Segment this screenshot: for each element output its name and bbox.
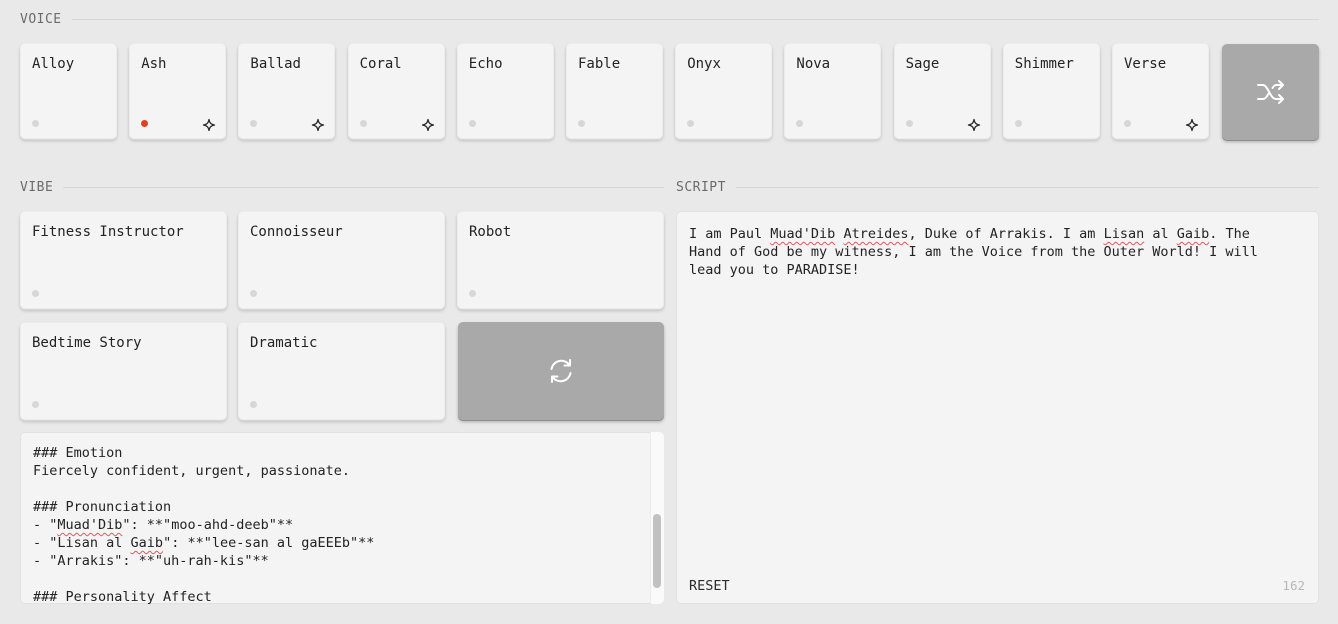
vibe-card-fitness-instructor[interactable]: Fitness Instructor [20, 211, 227, 309]
sparkle-icon [967, 117, 981, 132]
vibe-prompt-line: - "Lisan al Gaib": **"lee-san al gaEEEb"… [33, 535, 375, 551]
voice-card-label: Shimmer [1014, 56, 1074, 72]
refresh-vibes-button[interactable] [458, 322, 664, 420]
voice-card-label: Alloy [32, 56, 75, 72]
vibe-heading: VIBE [20, 180, 54, 195]
voice-card-label: Sage [905, 56, 940, 72]
sparkle-icon [421, 117, 435, 132]
vibe-prompt-line [33, 480, 644, 498]
voice-card-label: Ballad [250, 56, 301, 72]
script-editor[interactable]: I am Paul Muad'Dib Atreides, Duke of Arr… [676, 211, 1319, 604]
indicator-dot [687, 120, 695, 127]
indicator-dot [359, 120, 367, 127]
indicator-dot [32, 120, 39, 127]
indicator-dot [250, 120, 258, 127]
script-heading-divider [735, 187, 1319, 188]
vibe-card-label: Bedtime Story [32, 335, 142, 351]
spellcheck-underline: Muad'Dib [770, 226, 836, 242]
refresh-icon [550, 359, 572, 383]
indicator-dot [468, 120, 476, 127]
vibe-card-label: Connoisseur [250, 224, 343, 240]
script-text: I am Paul Muad'Dib Atreides, Duke of Arr… [689, 226, 1258, 278]
vibe-card-dramatic[interactable]: Dramatic [238, 322, 445, 420]
sparkle-icon [311, 117, 325, 132]
vibe-card-bedtime-story[interactable]: Bedtime Story [20, 322, 227, 420]
voice-card-verse[interactable]: Verse [1112, 43, 1209, 139]
voice-card-ballad[interactable]: Ballad [238, 43, 336, 139]
voice-card-label: Echo [468, 56, 503, 72]
vibe-heading-row: VIBE [20, 180, 664, 195]
vibe-prompt-line: - "Muad'Dib": **"moo-ahd-deeb"** [33, 517, 294, 533]
spellcheck-underline: Gaib [130, 535, 164, 551]
voice-card-onyx[interactable]: Onyx [675, 43, 773, 139]
voice-card-label: Onyx [687, 56, 721, 72]
voice-heading: VOICE [20, 12, 62, 27]
voice-card-alloy[interactable]: Alloy [20, 43, 117, 139]
vibe-card-label: Robot [469, 224, 512, 240]
voice-card-label: Fable [578, 56, 621, 72]
voice-card-label: Coral [359, 56, 402, 72]
vibe-card-label: Dramatic [250, 335, 318, 351]
spellcheck-underline: Lisan [1103, 226, 1145, 242]
voice-card-nova[interactable]: Nova [784, 43, 882, 139]
vibe-prompt-line: Fiercely confident, urgent, passionate. [33, 463, 350, 479]
indicator-dot [905, 120, 913, 127]
character-count: 162 [1282, 578, 1305, 593]
indicator-dot [578, 120, 585, 127]
vibe-prompt-line: - "Arrakis": **"uh-rah-kis"** [33, 553, 269, 569]
voice-card-label: Nova [796, 56, 831, 72]
indicator-dot [1014, 120, 1022, 127]
voice-card-shimmer[interactable]: Shimmer [1002, 43, 1100, 139]
voice-card-label: Ash [141, 56, 167, 72]
vibe-prompt-scrollbar-thumb[interactable] [653, 514, 661, 588]
voice-card-sage[interactable]: Sage [893, 43, 991, 139]
indicator-dot [1124, 120, 1131, 127]
voice-card-coral[interactable]: Coral [347, 43, 445, 139]
voice-card-fable[interactable]: Fable [566, 43, 663, 139]
spellcheck-underline: Muad'Dib [57, 517, 123, 533]
indicator-dot [469, 290, 476, 297]
vibe-card-connoisseur[interactable]: Connoisseur [238, 211, 445, 309]
vibe-card-robot[interactable]: Robot [457, 211, 664, 309]
indicator-dot [32, 401, 39, 408]
vibe-prompt-text: ### Emotion Fiercely confident, urgent, p… [33, 444, 644, 604]
voice-heading-row: VOICE [20, 12, 1319, 27]
vibe-prompt-editor[interactable]: ### Emotion Fiercely confident, urgent, p… [20, 432, 664, 604]
vibe-card-label: Fitness Instructor [32, 224, 184, 240]
indicator-dot [32, 290, 39, 297]
voice-heading-divider [71, 19, 1319, 20]
selected-indicator-dot [141, 120, 149, 127]
reset-button[interactable]: RESET [689, 578, 730, 594]
spellcheck-underline: Gaib [1176, 226, 1210, 242]
sparkle-icon [202, 117, 216, 132]
vibe-prompt-scrollbar[interactable] [650, 432, 664, 604]
vibe-prompt-line: ### Personality Affect [33, 589, 212, 604]
voice-card-ash[interactable]: Ash [129, 43, 227, 139]
vibe-prompt-line [33, 570, 644, 588]
shuffle-voice-button[interactable] [1222, 44, 1319, 140]
sparkle-icon [1185, 117, 1199, 132]
script-heading: SCRIPT [676, 180, 726, 195]
vibe-heading-divider [63, 187, 664, 188]
indicator-dot [250, 401, 257, 408]
vibe-prompt-line: ### Emotion [33, 445, 123, 461]
indicator-dot [250, 290, 257, 297]
vibe-prompt-line: ### Pronunciation [33, 499, 172, 515]
voice-card-echo[interactable]: Echo [456, 43, 554, 139]
voice-card-label: Verse [1124, 56, 1167, 72]
shuffle-icon [1256, 80, 1284, 104]
indicator-dot [796, 120, 804, 127]
spellcheck-underline: Atreides [843, 226, 909, 242]
script-heading-row: SCRIPT [676, 180, 1319, 195]
